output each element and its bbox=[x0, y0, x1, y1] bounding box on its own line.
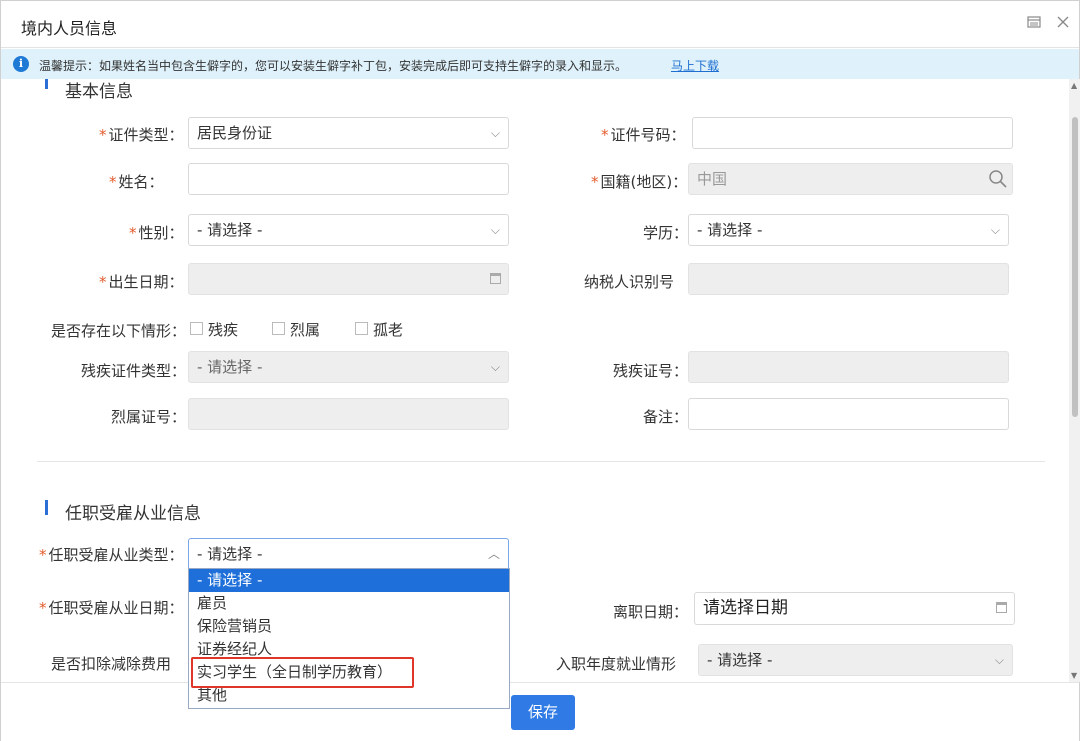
gender-select[interactable]: - 请选择 - ⌵ bbox=[188, 214, 509, 246]
title-bar: 境内人员信息 bbox=[1, 1, 1079, 48]
entry-year-status-label: 入职年度就业情形 bbox=[556, 655, 677, 673]
taxpayer-id-label: 纳税人识别号 bbox=[584, 273, 675, 291]
calendar-icon bbox=[490, 273, 501, 284]
calendar-icon bbox=[996, 602, 1007, 613]
scrollbar-thumb[interactable] bbox=[1072, 117, 1078, 417]
entry-year-status-select[interactable]: - 请选择 - ⌵ bbox=[698, 644, 1013, 676]
search-icon[interactable] bbox=[988, 169, 1008, 189]
disability-checkbox[interactable] bbox=[190, 322, 203, 335]
deduct-fee-label: 是否扣除减除费用 bbox=[51, 655, 172, 673]
leave-date-label: 离职日期： bbox=[613, 603, 689, 621]
lonely-elderly-checkbox[interactable] bbox=[355, 322, 368, 335]
chevron-down-icon: ⌵ bbox=[994, 653, 1004, 667]
scrollbar[interactable]: ▲ ▼ bbox=[1069, 79, 1080, 682]
section-title-basic: 基本信息 bbox=[65, 82, 133, 102]
window-title: 境内人员信息 bbox=[21, 19, 118, 38]
chevron-up-icon: ︿ bbox=[487, 547, 500, 561]
disability-option-label: 残疾 bbox=[208, 321, 239, 339]
notice-text: 温馨提示：如果姓名当中包含生僻字的，您可以安装生僻字补丁包，安装完成后即可支持生… bbox=[39, 59, 628, 73]
name-input[interactable] bbox=[188, 163, 509, 195]
leave-date-input[interactable]: 请选择日期 bbox=[694, 592, 1015, 625]
maximize-icon[interactable] bbox=[1024, 14, 1044, 34]
highlight-annotation bbox=[191, 657, 414, 688]
disability-cert-type-select[interactable]: - 请选择 - ⌵ bbox=[188, 351, 509, 383]
info-icon: i bbox=[13, 56, 29, 72]
education-select[interactable]: - 请选择 - ⌵ bbox=[688, 214, 1009, 246]
footer: 保存 bbox=[1, 682, 1079, 741]
section-marker bbox=[45, 79, 48, 89]
remarks-label: 备注： bbox=[643, 408, 689, 426]
martyr-cert-no-input[interactable] bbox=[188, 398, 509, 430]
chevron-down-icon: ⌵ bbox=[490, 126, 500, 140]
section-marker bbox=[45, 500, 48, 515]
dropdown-option[interactable]: 保险营销员 bbox=[189, 615, 509, 638]
lonely-elderly-option-label: 孤老 bbox=[373, 321, 404, 339]
scroll-down-icon[interactable]: ▼ bbox=[1071, 671, 1077, 680]
martyr-cert-no-label: 烈属证号： bbox=[111, 408, 187, 426]
notice-bar: i 温馨提示：如果姓名当中包含生僻字的，您可以安装生僻字补丁包，安装完成后即可支… bbox=[1, 49, 1079, 79]
chevron-down-icon: ⌵ bbox=[990, 223, 1000, 237]
taxpayer-id-input[interactable] bbox=[688, 263, 1009, 295]
birth-date-input[interactable] bbox=[188, 263, 509, 295]
id-number-label: * 证件号码： bbox=[601, 126, 686, 144]
martyr-family-option-label: 烈属 bbox=[290, 321, 321, 339]
save-button[interactable]: 保存 bbox=[511, 695, 575, 730]
dialog: 境内人员信息 i 温馨提示：如果姓名当中包含生僻字的，您可以安装生僻字补丁包，安… bbox=[0, 0, 1080, 741]
birth-date-label: * 出生日期： bbox=[99, 273, 184, 291]
download-link[interactable]: 马上下载 bbox=[671, 57, 719, 74]
chevron-down-icon: ⌵ bbox=[490, 360, 500, 374]
remarks-input[interactable] bbox=[688, 398, 1009, 430]
id-number-input[interactable] bbox=[692, 117, 1013, 149]
dropdown-option[interactable]: - 请选择 - bbox=[189, 569, 509, 592]
nationality-label: * 国籍(地区)： bbox=[591, 173, 688, 191]
close-icon[interactable] bbox=[1053, 14, 1073, 34]
nationality-input[interactable]: 中国 bbox=[688, 163, 1013, 195]
scroll-up-icon[interactable]: ▲ bbox=[1071, 81, 1077, 90]
dropdown-option[interactable]: 雇员 bbox=[189, 592, 509, 615]
section-divider bbox=[37, 461, 1045, 462]
id-type-label: * 证件类型： bbox=[99, 126, 184, 144]
employment-type-label: * 任职受雇从业类型： bbox=[39, 546, 184, 564]
section-title-employment: 任职受雇从业信息 bbox=[65, 504, 201, 524]
gender-label: * 性别： bbox=[129, 224, 184, 242]
chevron-down-icon: ⌵ bbox=[490, 223, 500, 237]
education-label: 学历： bbox=[643, 224, 689, 242]
disability-cert-no-label: 残疾证号： bbox=[613, 362, 689, 380]
employment-type-select[interactable]: - 请选择 - ︿ bbox=[188, 538, 509, 570]
disability-cert-no-input[interactable] bbox=[688, 351, 1009, 383]
id-type-select[interactable]: 居民身份证 ⌵ bbox=[188, 117, 509, 149]
situation-label: 是否存在以下情形： bbox=[51, 322, 187, 340]
employment-date-label: * 任职受雇从业日期： bbox=[39, 599, 184, 617]
name-label: * 姓名： bbox=[109, 173, 164, 191]
martyr-family-checkbox[interactable] bbox=[272, 322, 285, 335]
disability-cert-type-label: 残疾证件类型： bbox=[81, 362, 187, 380]
form-content: 基本信息 * 证件类型： 居民身份证 ⌵ * 证件号码： * 姓名： * 国籍(地区)： … bbox=[1, 79, 1071, 682]
